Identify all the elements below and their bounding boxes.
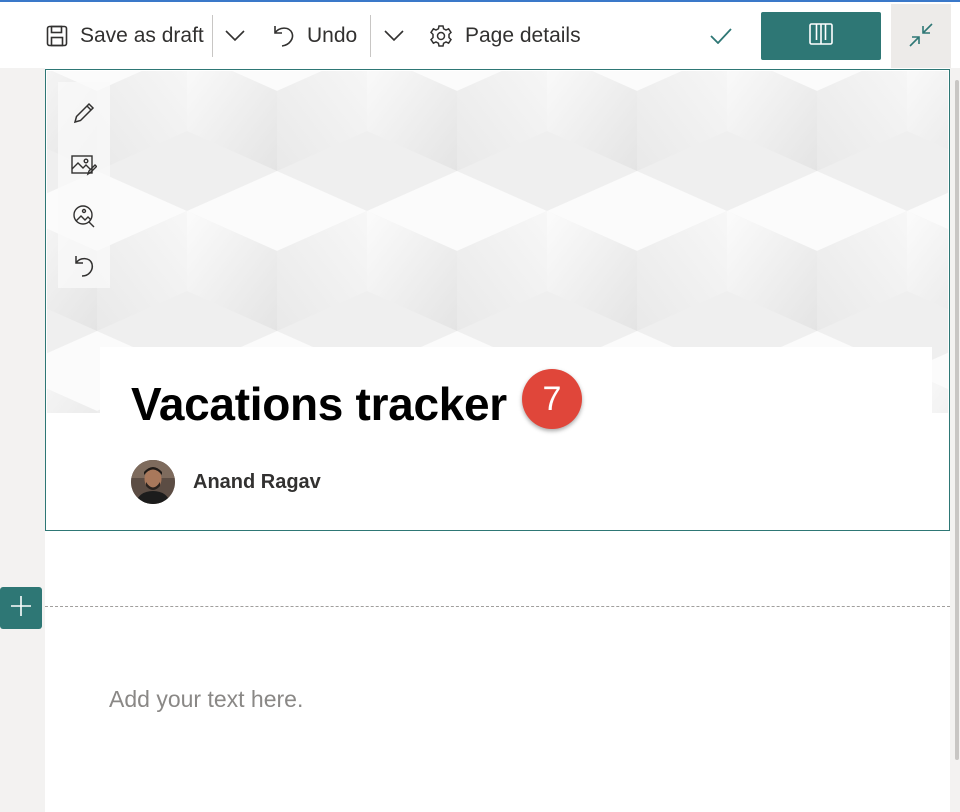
divider — [212, 15, 213, 57]
undo-options-dropdown[interactable] — [384, 2, 404, 70]
image-edit-icon — [71, 154, 98, 181]
collapse-icon — [908, 22, 934, 53]
save-icon — [46, 25, 68, 47]
save-as-draft-label: Save as draft — [80, 24, 204, 47]
focal-point-button[interactable] — [58, 193, 110, 243]
reset-icon — [73, 254, 95, 283]
undo-button[interactable]: Undo — [273, 2, 357, 70]
text-web-part-placeholder[interactable]: Add your text here. — [109, 685, 303, 713]
chevron-down-icon — [384, 30, 404, 42]
page-title[interactable]: Vacations tracker — [131, 376, 507, 432]
section-divider — [45, 606, 950, 607]
undo-icon — [273, 24, 295, 48]
collapse-button[interactable] — [891, 4, 951, 70]
page-details-button[interactable]: Page details — [429, 2, 581, 70]
undo-label: Undo — [307, 24, 358, 47]
save-as-draft-button[interactable]: Save as draft — [46, 2, 204, 70]
check-button[interactable] — [710, 2, 732, 70]
check-icon — [710, 28, 732, 44]
reset-image-button[interactable] — [58, 243, 110, 293]
gear-icon — [429, 24, 453, 48]
author-name[interactable]: Anand Ragav — [193, 470, 321, 494]
image-toolbar — [58, 82, 110, 288]
save-options-dropdown[interactable] — [225, 2, 245, 70]
title-region[interactable]: Vacations tracker 7 Anand Ragav — [45, 69, 950, 531]
plus-icon — [10, 595, 32, 622]
page-details-label: Page details — [465, 24, 581, 47]
focal-point-icon — [71, 204, 97, 233]
edit-image-button[interactable] — [58, 90, 110, 140]
command-bar: Save as draft Undo Page details — [0, 0, 960, 70]
avatar — [131, 460, 175, 504]
reading-view-button[interactable] — [761, 12, 881, 60]
chevron-down-icon — [225, 30, 245, 42]
scrollbar[interactable] — [955, 80, 959, 760]
change-image-button[interactable] — [58, 142, 110, 192]
step-badge: 7 — [522, 369, 582, 429]
book-icon — [809, 22, 833, 50]
pencil-icon — [72, 101, 96, 130]
add-section-button[interactable] — [0, 587, 42, 629]
divider — [370, 15, 371, 57]
